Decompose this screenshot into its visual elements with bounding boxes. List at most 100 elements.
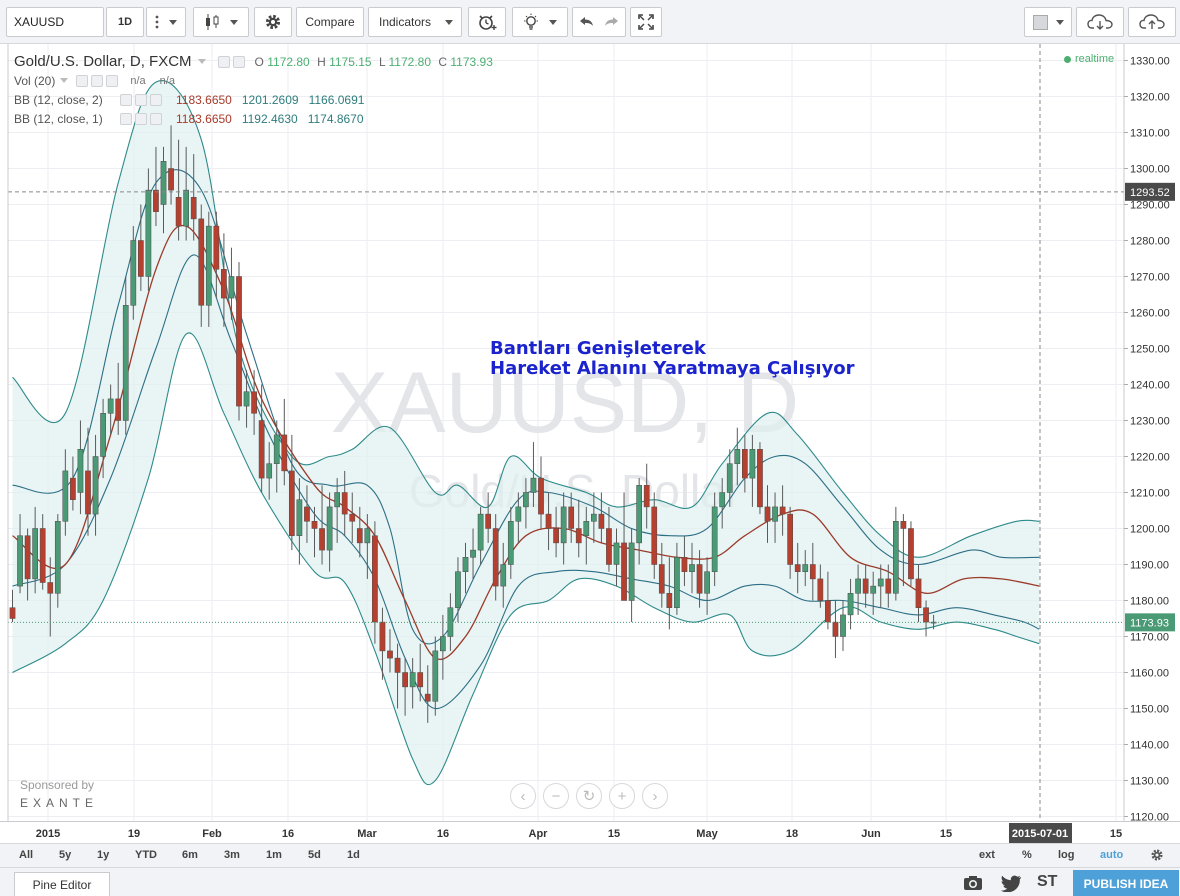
candle-body xyxy=(62,470,69,522)
candle-body xyxy=(832,621,839,637)
settings-button[interactable] xyxy=(254,7,292,37)
sponsor-logo[interactable]: Sponsored by EXANTE xyxy=(20,778,98,810)
redo-icon[interactable] xyxy=(604,15,620,29)
close-icon[interactable] xyxy=(150,112,162,125)
zoom-in-button[interactable]: + xyxy=(609,783,635,809)
auto-scale-toggle[interactable]: auto xyxy=(1100,849,1123,861)
price-tick: 1250.00 xyxy=(1130,344,1170,356)
price-tick: 1140.00 xyxy=(1130,740,1169,752)
candle-body xyxy=(39,528,46,583)
candle-body xyxy=(251,391,257,414)
eye-icon[interactable] xyxy=(120,112,132,125)
chart-layout-button[interactable] xyxy=(1024,7,1072,37)
candle-body xyxy=(553,528,559,544)
chevron-down-icon[interactable] xyxy=(197,59,206,64)
close-icon[interactable] xyxy=(150,93,162,106)
chart-annotation-text[interactable]: Bantları Genişleterek Hareket Alanını Ya… xyxy=(490,339,855,379)
alert-button[interactable] xyxy=(468,7,506,37)
eye-icon[interactable] xyxy=(217,55,230,68)
candle-body xyxy=(893,521,899,594)
candle-body xyxy=(643,485,650,508)
candle-body xyxy=(658,564,665,594)
chart-style-button[interactable] xyxy=(193,7,249,37)
range-ytd-button[interactable]: YTD xyxy=(135,849,157,861)
candle-body xyxy=(440,636,446,652)
bb2-basis: 1183.6650 xyxy=(176,111,232,126)
eye-icon[interactable] xyxy=(76,74,89,87)
candle-body xyxy=(507,521,514,565)
fullscreen-button[interactable] xyxy=(630,7,662,37)
candle-body xyxy=(666,593,673,608)
compare-button[interactable]: Compare xyxy=(296,7,364,37)
save-chart-button[interactable] xyxy=(1128,7,1176,37)
log-scale-toggle[interactable]: log xyxy=(1058,849,1075,861)
price-chart[interactable]: XAUUSD, D Gold/U.S. Dollar 1330.001320.0… xyxy=(0,44,1180,821)
range-5d-button[interactable]: 5d xyxy=(308,849,321,861)
price-axis[interactable]: 1330.00 1320.00 1310.00 1300.00 1290.00 1280.… xyxy=(1123,44,1180,821)
settings-icon[interactable] xyxy=(232,55,245,68)
chevron-down-icon xyxy=(549,19,557,25)
range-1m-button[interactable]: 1m xyxy=(266,849,282,861)
scroll-right-button[interactable]: › xyxy=(642,783,668,809)
price-tick: 1280.00 xyxy=(1130,236,1170,248)
time-axis[interactable]: 2015 19 Feb 16 Mar 16 Apr 15 May 18 Jun … xyxy=(0,821,1180,843)
candle-body xyxy=(636,485,642,544)
publish-idea-button[interactable]: PUBLISH IDEA xyxy=(1073,870,1179,896)
time-tick: Feb xyxy=(202,828,222,840)
price-tick: 1200.00 xyxy=(1130,524,1170,536)
candle-body xyxy=(613,542,620,565)
series-title: Gold/U.S. Dollar, D, FXCM xyxy=(14,53,192,70)
candle-body xyxy=(538,477,544,515)
settings-icon[interactable] xyxy=(135,93,147,106)
undo-button[interactable] xyxy=(572,7,626,37)
range-1y-button[interactable]: 1y xyxy=(97,849,109,861)
eye-icon[interactable] xyxy=(120,93,132,106)
candle-body xyxy=(236,276,242,407)
minus-icon: − xyxy=(551,787,561,805)
candle-body xyxy=(190,197,197,220)
candle-body xyxy=(689,564,695,572)
candle-body xyxy=(560,506,567,544)
range-3m-button[interactable]: 3m xyxy=(224,849,240,861)
candle-body xyxy=(24,535,31,580)
gear-icon[interactable] xyxy=(1150,848,1164,865)
reset-zoom-button[interactable]: ↻ xyxy=(576,783,602,809)
symbol-search-input[interactable]: XAUUSD xyxy=(6,7,104,37)
chart-pane[interactable]: XAUUSD, D Gold/U.S. Dollar 1330.001320.0… xyxy=(0,44,1180,821)
range-6m-button[interactable]: 6m xyxy=(182,849,198,861)
price-tick: 1210.00 xyxy=(1130,488,1170,500)
range-5y-button[interactable]: 5y xyxy=(59,849,71,861)
settings-icon[interactable] xyxy=(91,74,104,87)
legend-volume-row: Vol (20) n/a n/a xyxy=(14,71,493,90)
candle-body xyxy=(402,672,408,688)
legend-main-row: Gold/U.S. Dollar, D, FXCM O 1172.80 H 11… xyxy=(14,52,493,71)
st-button[interactable]: ST xyxy=(1037,873,1057,891)
candle-body xyxy=(77,449,84,493)
ext-hours-toggle[interactable]: ext xyxy=(979,849,995,861)
interval-button[interactable]: 1D xyxy=(106,7,144,37)
candle-body xyxy=(364,528,371,544)
close-icon[interactable] xyxy=(106,74,119,87)
candle-body xyxy=(213,225,220,270)
chevron-down-icon[interactable] xyxy=(60,78,69,83)
candle-body xyxy=(862,578,869,594)
bb2-upper: 1192.4630 xyxy=(241,111,298,126)
ideas-button[interactable] xyxy=(512,7,568,37)
pine-editor-tab[interactable]: Pine Editor xyxy=(14,872,110,896)
twitter-icon[interactable] xyxy=(1000,875,1022,895)
camera-icon[interactable] xyxy=(963,875,983,894)
interval-menu-button[interactable] xyxy=(146,7,186,37)
indicators-button[interactable]: Indicators xyxy=(368,7,462,37)
candle-body xyxy=(160,161,167,205)
range-1d-button[interactable]: 1d xyxy=(347,849,360,861)
candle-body xyxy=(749,449,756,479)
range-all-button[interactable]: All xyxy=(19,849,33,861)
legend-bb1-row: BB (12, close, 2) 1183.6650 1201.2609 11… xyxy=(14,90,493,109)
scroll-left-button[interactable]: ‹ xyxy=(510,783,536,809)
settings-icon[interactable] xyxy=(135,112,147,125)
candle-body xyxy=(742,449,748,479)
zoom-out-button[interactable]: − xyxy=(543,783,569,809)
candle-body xyxy=(764,506,771,522)
load-chart-button[interactable] xyxy=(1076,7,1124,37)
percent-scale-toggle[interactable]: % xyxy=(1022,849,1032,861)
